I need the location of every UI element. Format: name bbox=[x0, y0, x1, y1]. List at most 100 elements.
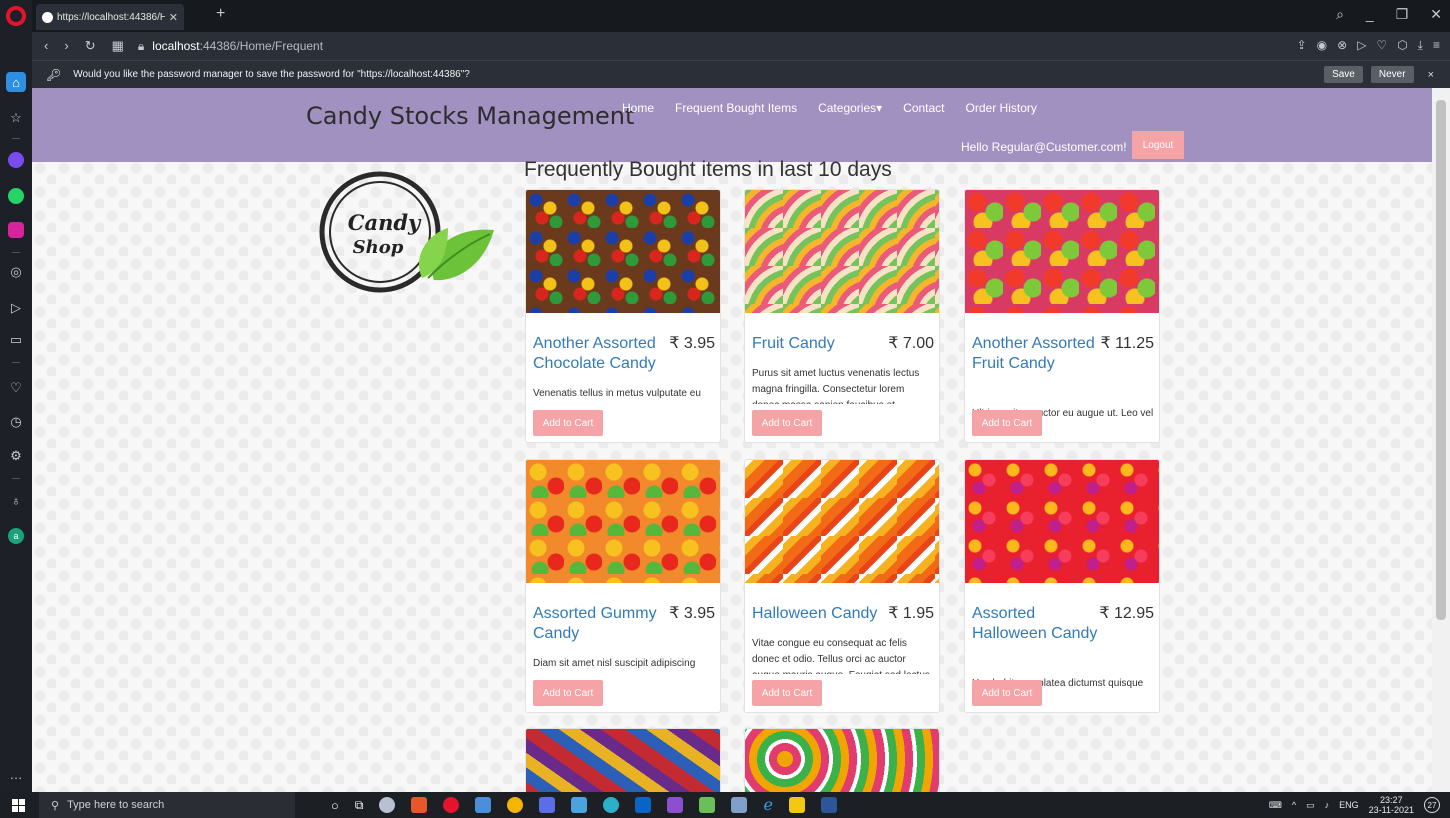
outlook-icon[interactable] bbox=[635, 797, 652, 813]
page-scrollbar[interactable] bbox=[1432, 88, 1450, 792]
speed-dial-icon[interactable]: ▦ bbox=[112, 38, 124, 54]
heart-icon[interactable]: ♡ bbox=[6, 378, 26, 398]
teams-icon[interactable] bbox=[539, 797, 556, 813]
nav-contact[interactable]: Contact bbox=[903, 101, 944, 115]
add-to-cart-button[interactable]: Add to Cart bbox=[533, 680, 603, 706]
app-icon[interactable] bbox=[379, 797, 396, 813]
user-greeting[interactable]: Hello Regular@Customer.com! bbox=[961, 140, 1127, 154]
opera-logo-icon[interactable] bbox=[6, 6, 26, 26]
new-tab-plus-icon[interactable]: + bbox=[216, 5, 225, 23]
lightbulb-icon[interactable]: ♁ bbox=[6, 490, 26, 510]
notifications-badge[interactable]: 27 bbox=[1424, 797, 1440, 813]
wallet-icon[interactable]: ▭ bbox=[6, 330, 26, 350]
share-icon[interactable]: ⇪ bbox=[1297, 38, 1307, 53]
close-tab-icon[interactable]: ✕ bbox=[169, 11, 178, 24]
keyboard-icon[interactable]: ⌨ bbox=[1269, 800, 1282, 811]
nav-order-history[interactable]: Order History bbox=[966, 101, 1037, 115]
visual-studio-icon[interactable] bbox=[667, 797, 684, 813]
nav-frequent-items[interactable]: Frequent Bought Items bbox=[675, 101, 797, 115]
url-field[interactable]: 🔒︎ localhost:44386/Home/Frequent bbox=[138, 39, 323, 54]
save-password-button[interactable]: Save bbox=[1324, 66, 1363, 83]
nav-categories-dropdown[interactable]: Categories▾ bbox=[818, 101, 882, 115]
network-icon[interactable]: ▭ bbox=[1306, 800, 1315, 811]
site-navbar: Candy Stocks Management Home Frequent Bo… bbox=[32, 88, 1432, 162]
menu-icon[interactable]: ≡ bbox=[1433, 38, 1440, 53]
product-name[interactable]: Assorted Gummy Candy bbox=[533, 604, 663, 644]
product-price: ₹ 11.25 bbox=[1100, 335, 1154, 352]
product-name[interactable]: Another Assorted Fruit Candy bbox=[972, 334, 1101, 374]
address-bar: ‹ › ↻ ▦ 🔒︎ localhost:44386/Home/Frequent… bbox=[32, 32, 1450, 60]
windows-start-icon[interactable] bbox=[12, 798, 25, 812]
product-name[interactable]: Another Assorted Chocolate Candy bbox=[533, 334, 663, 374]
instagram-icon[interactable] bbox=[6, 220, 26, 240]
add-to-cart-button[interactable]: Add to Cart bbox=[752, 680, 822, 706]
home-icon[interactable]: ⌂ bbox=[6, 72, 26, 92]
taskbar-search[interactable]: ⚲ Type here to search bbox=[39, 792, 295, 818]
restore-icon[interactable]: ❐ bbox=[1396, 6, 1409, 23]
product-image[interactable] bbox=[526, 190, 720, 313]
search-tabs-icon[interactable]: ⌕ bbox=[1336, 6, 1344, 23]
heart-icon[interactable]: ♡ bbox=[1376, 38, 1387, 53]
chrome-icon[interactable] bbox=[507, 797, 524, 813]
product-name[interactable]: Assorted Halloween Candy bbox=[972, 604, 1099, 644]
volume-icon[interactable]: ♪ bbox=[1325, 800, 1330, 810]
whatsapp-icon[interactable] bbox=[6, 186, 26, 206]
product-image[interactable] bbox=[965, 460, 1159, 583]
player-icon[interactable]: ◎ bbox=[6, 262, 26, 282]
key-icon: 🔑︎ bbox=[46, 67, 62, 82]
add-to-cart-button[interactable]: Add to Cart bbox=[533, 410, 603, 436]
product-name[interactable]: Fruit Candy bbox=[752, 334, 882, 354]
cortana-icon[interactable]: ○ bbox=[331, 798, 339, 813]
internet-explorer-icon[interactable]: ℯ bbox=[763, 795, 772, 815]
close-bar-icon[interactable]: × bbox=[1428, 69, 1434, 81]
product-image[interactable] bbox=[745, 460, 939, 583]
clock[interactable]: 23:27 23-11-2021 bbox=[1369, 795, 1414, 815]
scrollbar-thumb[interactable] bbox=[1436, 100, 1446, 620]
add-to-cart-button[interactable]: Add to Cart bbox=[752, 410, 822, 436]
reload-icon[interactable]: ↻ bbox=[85, 38, 96, 54]
history-clock-icon[interactable]: ◷ bbox=[6, 412, 26, 432]
flow-icon[interactable]: ▷ bbox=[1357, 38, 1366, 53]
search-icon: ⚲ bbox=[51, 799, 60, 812]
flow-send-icon[interactable]: ▷ bbox=[6, 298, 26, 318]
settings-gear-icon[interactable]: ⚙ bbox=[6, 446, 26, 466]
product-image[interactable] bbox=[745, 190, 939, 313]
bookmarks-star-icon[interactable]: ☆ bbox=[6, 108, 26, 128]
adblock-icon[interactable]: ⊗ bbox=[1337, 38, 1347, 53]
opera-icon[interactable] bbox=[443, 797, 460, 813]
site-brand[interactable]: Candy Stocks Management bbox=[306, 102, 634, 130]
camera-icon[interactable]: ◉ bbox=[1317, 38, 1327, 53]
messenger-icon[interactable] bbox=[6, 150, 26, 170]
product-card: Halloween Candy ₹ 1.95 Vitae congue eu con… bbox=[744, 459, 940, 713]
edge-icon[interactable] bbox=[603, 797, 620, 813]
add-to-cart-button[interactable]: Add to Cart bbox=[972, 680, 1042, 706]
more-icon[interactable]: … bbox=[6, 764, 26, 784]
product-image[interactable] bbox=[965, 190, 1159, 313]
product-name[interactable]: Halloween Candy bbox=[752, 604, 882, 624]
never-save-button[interactable]: Never bbox=[1370, 66, 1414, 83]
nav-home[interactable]: Home bbox=[622, 101, 654, 115]
page-viewport: Candy Stocks Management Home Frequent Bo… bbox=[32, 88, 1432, 792]
language-indicator[interactable]: ENG bbox=[1339, 800, 1359, 810]
sidebar-divider bbox=[12, 138, 20, 139]
power-bi-icon[interactable] bbox=[788, 797, 805, 813]
browser-tab[interactable]: https://localhost:44386/Ho ✕ bbox=[36, 4, 184, 30]
add-to-cart-button[interactable]: Add to Cart bbox=[972, 410, 1042, 436]
product-image[interactable] bbox=[526, 460, 720, 583]
app-icon[interactable] bbox=[571, 797, 588, 813]
minimize-icon[interactable]: _ bbox=[1366, 6, 1374, 23]
download-icon[interactable]: ⤓ bbox=[1418, 38, 1423, 53]
tray-chevron-icon[interactable]: ^ bbox=[1292, 800, 1296, 810]
file-explorer-icon[interactable] bbox=[475, 797, 492, 813]
paint-icon[interactable] bbox=[731, 797, 748, 813]
logout-button[interactable]: Logout bbox=[1132, 131, 1184, 159]
word-icon[interactable] bbox=[820, 797, 837, 813]
back-icon[interactable]: ‹ bbox=[44, 38, 48, 54]
close-window-icon[interactable]: ✕ bbox=[1430, 6, 1442, 23]
extensions-cube-icon[interactable]: ⬡ bbox=[1397, 38, 1407, 53]
forward-icon[interactable]: › bbox=[64, 38, 68, 54]
task-view-icon[interactable]: ⧉ bbox=[355, 798, 364, 813]
amazon-icon[interactable]: a bbox=[6, 526, 26, 546]
notepad-icon[interactable] bbox=[699, 797, 716, 813]
office-icon[interactable] bbox=[411, 797, 428, 813]
